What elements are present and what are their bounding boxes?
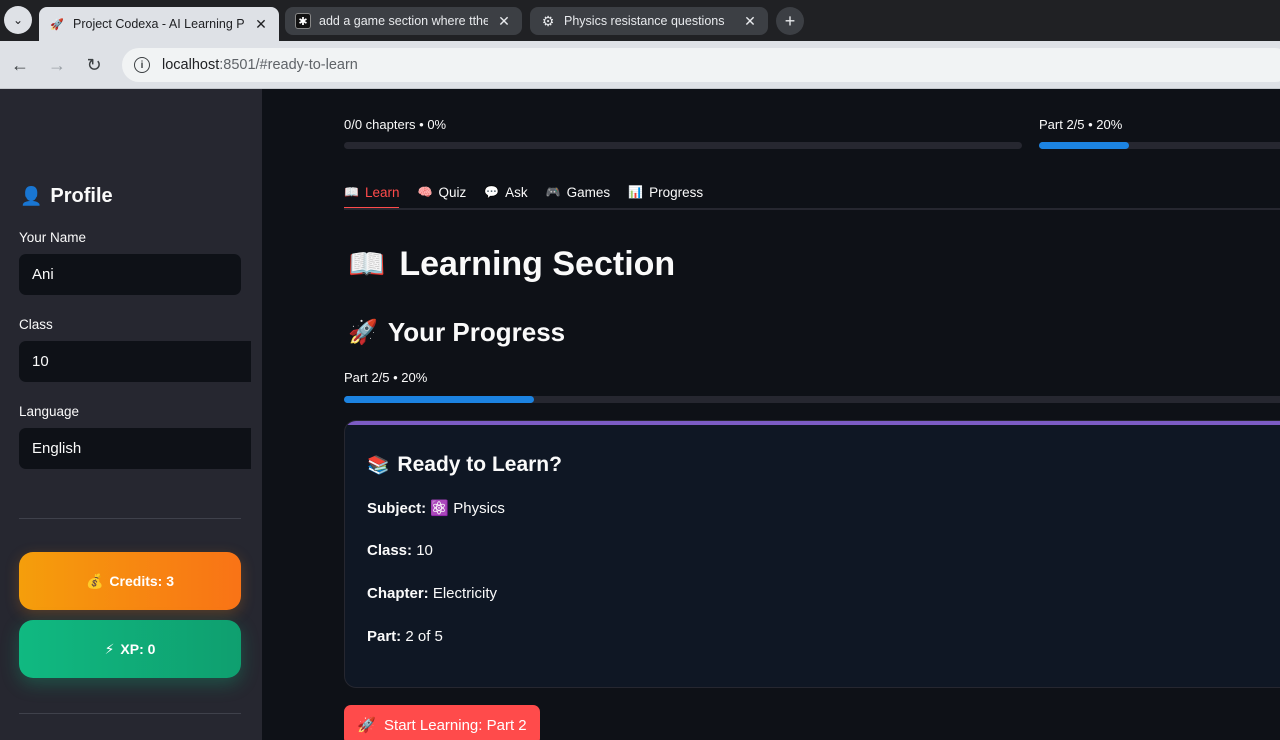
user-icon: 👤 (20, 186, 43, 206)
ai-chat-favicon-icon: ✱ (295, 13, 311, 29)
tab-progress[interactable]: 📊 Progress (628, 177, 703, 207)
atom-icon: ⚛️ (430, 500, 450, 517)
tab-quiz-icon: 🧠 (417, 185, 433, 199)
credits-text: Credits: 3 (109, 573, 174, 589)
rocket-favicon-icon: 🚀 (50, 18, 64, 31)
sidebar: 👤 Profile Your Name Ani Class 10 Languag… (0, 89, 262, 740)
browser-toolbar: ← → ↻ i localhost:8501/#ready-to-learn (0, 41, 1280, 89)
xp-text: XP: 0 (120, 641, 156, 657)
subject-label: Subject: (367, 500, 427, 517)
class-label: Class (19, 317, 53, 332)
tab-label: Games (566, 184, 611, 200)
chapter-label: Chapter: (367, 585, 429, 602)
tab-title: add a game section where tthe (319, 14, 488, 28)
part-progress-fill (1039, 142, 1129, 149)
tab-quiz[interactable]: 🧠 Quiz (417, 177, 466, 207)
section-tabs: 📖 Learn 🧠 Quiz 💬 Ask 🎮 Games 📊 Progress (344, 177, 721, 209)
tab-label: Learn (364, 184, 400, 200)
profile-heading-text: Profile (50, 185, 113, 207)
class-row: Class: 10 (367, 542, 433, 559)
progress-fill (344, 396, 534, 403)
part-value: 2 of 5 (405, 628, 443, 645)
tab-ask-icon: 💬 (484, 185, 500, 199)
part-label: Part: (367, 628, 402, 645)
profile-heading: 👤 Profile (20, 185, 113, 208)
class-input[interactable]: 10 (19, 341, 251, 382)
browser-tab-codexa[interactable]: 🚀 Project Codexa - AI Learning Pla ✕ (39, 7, 279, 41)
tab-label: Progress (649, 184, 704, 200)
xp-badge: ⚡ XP: 0 (19, 620, 241, 678)
part-progress-text: Part 2/5 • 20% (1039, 117, 1123, 132)
openai-favicon-icon: ⚙ (541, 12, 555, 29)
chapters-progress-text: 0/0 chapters • 0% (344, 117, 447, 132)
open-book-icon: 📖 (348, 248, 386, 281)
forward-arrow-icon[interactable]: → (45, 53, 69, 77)
rocket-icon: 🚀 (348, 319, 378, 346)
name-input[interactable]: Ani (19, 254, 241, 295)
tab-learn-icon: 📖 (344, 185, 359, 199)
browser-tab-game-section[interactable]: ✱ add a game section where tthe ✕ (285, 7, 522, 35)
progress-heading-text: Your Progress (387, 317, 566, 347)
tab-learn[interactable]: 📖 Learn (344, 177, 400, 209)
tab-label: Ask (505, 184, 528, 200)
tab-search-chevron-icon[interactable]: ⌄ (4, 6, 32, 34)
money-bag-icon: 💰 (85, 572, 104, 589)
back-arrow-icon[interactable]: ← (8, 53, 32, 77)
tab-ask[interactable]: 💬 Ask (484, 177, 527, 207)
credits-badge: 💰 Credits: 3 (19, 552, 241, 610)
subject-row: Subject: ⚛️ Physics (367, 499, 505, 517)
browser-tab-physics[interactable]: ⚙ Physics resistance questions ✕ (530, 7, 768, 35)
progress-bar (344, 396, 1280, 403)
start-learning-label: Start Learning: Part 2 (384, 716, 527, 734)
tab-games[interactable]: 🎮 Games (546, 177, 610, 207)
card-accent-bar (345, 421, 1280, 425)
tab-title: Physics resistance questions (564, 14, 725, 28)
main-content: 0/0 chapters • 0% Part 2/5 • 20% 📖 Learn 🧠… (262, 89, 1280, 740)
chapters-progress-bar (344, 142, 1022, 149)
site-info-icon[interactable]: i (134, 57, 150, 73)
tabs-underline (344, 208, 1280, 210)
reload-icon[interactable]: ↻ (82, 53, 106, 77)
tab-games-icon: 🎮 (545, 185, 561, 199)
chapter-row: Chapter: Electricity (367, 585, 497, 602)
card-title: 📚 Ready to Learn? (367, 453, 562, 477)
class-row-value: 10 (416, 542, 433, 559)
books-icon: 📚 (367, 454, 390, 475)
sidebar-divider (19, 518, 241, 519)
lightning-icon: ⚡ (104, 640, 115, 657)
close-tab-icon[interactable]: ✕ (496, 13, 512, 30)
start-learning-button[interactable]: 🚀 Start Learning: Part 2 (344, 705, 540, 740)
subject-value: Physics (453, 500, 505, 517)
close-tab-icon[interactable]: ✕ (742, 13, 758, 30)
language-label: Language (19, 404, 80, 419)
class-row-label: Class: (367, 542, 413, 559)
tab-progress-icon: 📊 (628, 185, 644, 199)
tab-label: Quiz (438, 184, 467, 200)
chapter-value: Electricity (432, 585, 498, 602)
part-progress-bar (1039, 142, 1280, 149)
browser-tabstrip: ⌄ 🚀 Project Codexa - AI Learning Pla ✕ ✱… (0, 0, 1280, 41)
ready-to-learn-card: 📚 Ready to Learn? Subject: ⚛️ Physics Cl… (344, 420, 1280, 688)
url-path: :8501/#ready-to-learn (219, 57, 358, 73)
card-title-text: Ready to Learn? (397, 453, 562, 476)
address-bar[interactable]: i localhost:8501/#ready-to-learn (122, 48, 1280, 82)
page-title-text: Learning Section (399, 245, 676, 283)
rocket-icon: 🚀 (357, 717, 377, 734)
part-row: Part: 2 of 5 (367, 628, 443, 645)
new-tab-button[interactable]: + (776, 7, 804, 35)
name-label: Your Name (19, 230, 87, 245)
progress-heading: 🚀 Your Progress (348, 317, 565, 348)
tab-title: Project Codexa - AI Learning Pla (73, 17, 245, 31)
progress-text: Part 2/5 • 20% (344, 370, 428, 385)
close-tab-icon[interactable]: ✕ (253, 16, 269, 33)
language-select[interactable]: English (19, 428, 251, 469)
page-title: 📖 Learning Section (348, 245, 675, 284)
url-host: localhost (162, 57, 220, 73)
sidebar-divider (19, 713, 241, 714)
